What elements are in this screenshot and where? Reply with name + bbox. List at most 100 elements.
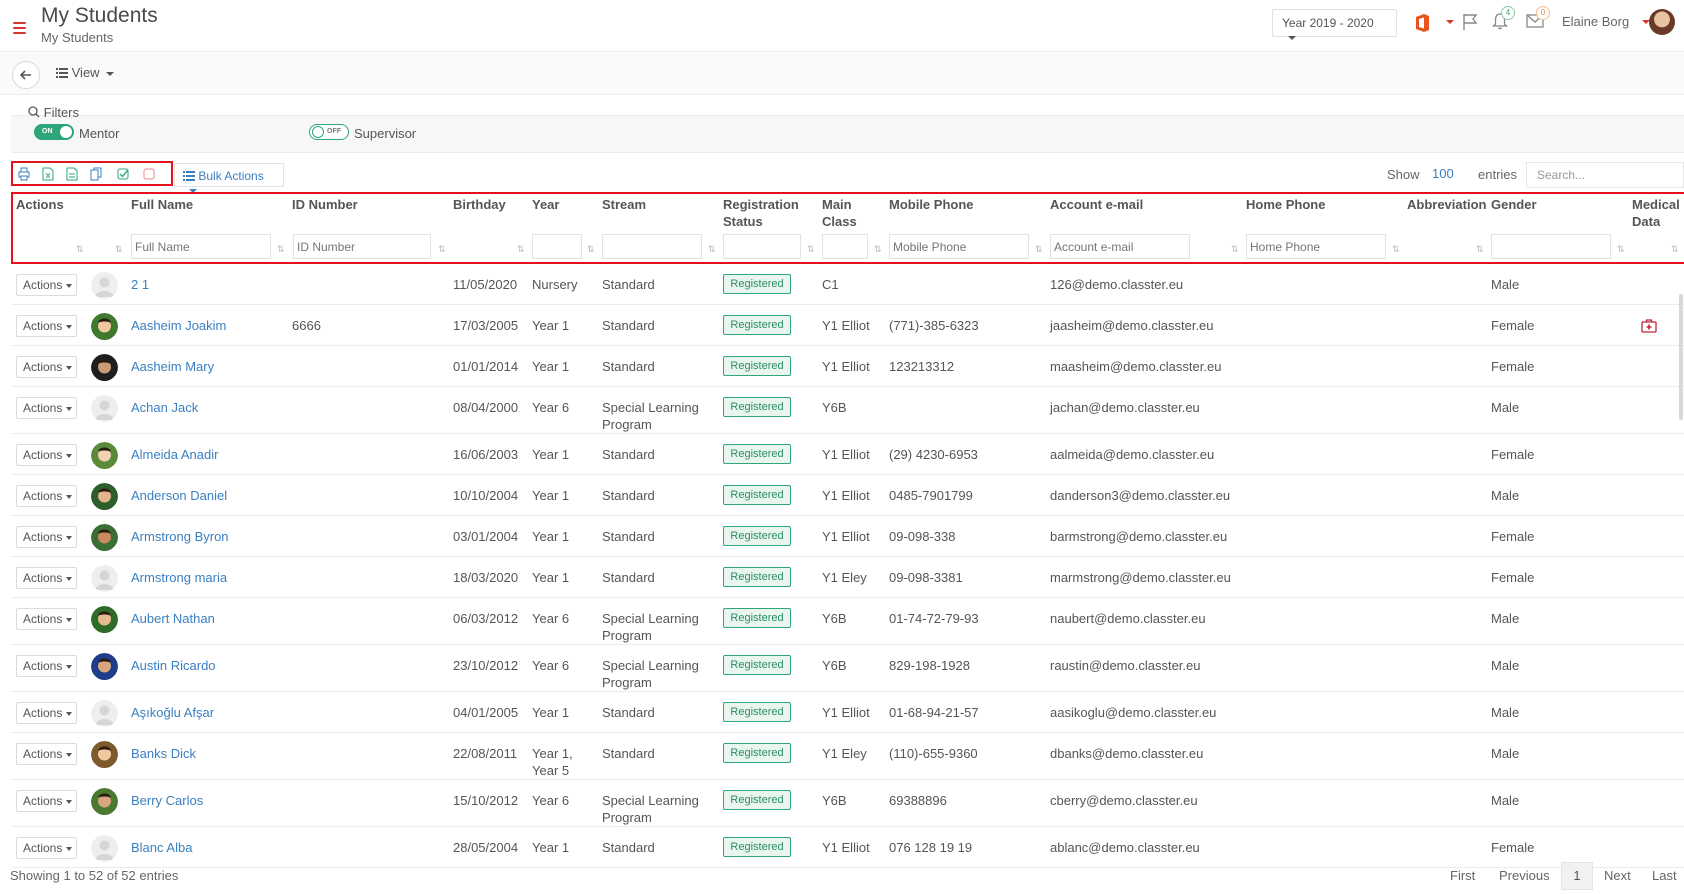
row-actions-button[interactable]: Actions (16, 485, 77, 507)
sort-icon[interactable]: ⇅ (708, 244, 716, 255)
table-row[interactable]: Actions Armstrong maria 18/03/2020 Year 1 St… (11, 557, 1684, 598)
sort-icon[interactable]: ⇅ (807, 244, 815, 255)
year-select[interactable]: Year 2019 - 2020 (1272, 9, 1397, 40)
student-name-link[interactable]: Aubert Nathan (131, 610, 215, 627)
supervisor-toggle[interactable]: OFF (309, 124, 349, 140)
sort-icon[interactable]: ⇅ (1231, 244, 1239, 255)
student-name-link[interactable]: Achan Jack (131, 399, 198, 416)
medical-kit-icon[interactable] (1641, 319, 1657, 333)
sort-icon[interactable]: ⇅ (1035, 244, 1043, 255)
sort-icon[interactable]: ⇅ (277, 244, 285, 255)
column-header-registration-status[interactable]: Registration Status (723, 196, 808, 230)
student-name-link[interactable]: Berry Carlos (131, 792, 203, 809)
search-input[interactable] (1526, 162, 1684, 188)
filter-full-name-input[interactable] (131, 234, 271, 259)
table-row[interactable]: Actions Blanc Alba 28/05/2004 Year 1 Standar… (11, 827, 1684, 868)
page-size-select[interactable]: 100 (1432, 166, 1454, 181)
select-all-icon[interactable] (117, 167, 129, 181)
csv-export-icon[interactable] (66, 167, 78, 181)
row-actions-button[interactable]: Actions (16, 274, 77, 296)
table-row[interactable]: Actions 2 1 11/05/2020 Nursery Standard Regis… (11, 264, 1684, 305)
column-header-actions[interactable]: Actions (16, 196, 64, 213)
sort-icon[interactable]: ⇅ (1617, 244, 1625, 255)
filter-mobile-phone-input[interactable] (889, 234, 1029, 259)
column-header-abbreviation[interactable]: Abbreviation (1407, 196, 1486, 213)
row-actions-button[interactable]: Actions (16, 702, 77, 724)
table-row[interactable]: Actions Anderson Daniel 10/10/2004 Year 1 St… (11, 475, 1684, 516)
sort-icon[interactable]: ⇅ (76, 244, 84, 255)
sort-icon[interactable]: ⇅ (1476, 244, 1484, 255)
mentor-toggle[interactable]: ON (34, 124, 74, 140)
sort-icon[interactable]: ⇅ (115, 244, 123, 255)
excel-export-icon[interactable] (42, 167, 54, 181)
hamburger-menu-icon[interactable] (13, 22, 26, 34)
table-row[interactable]: Actions Aubert Nathan 06/03/2012 Year 6 Spec… (11, 598, 1684, 645)
row-actions-button[interactable]: Actions (16, 655, 77, 677)
filter-gender-input[interactable] (1491, 234, 1611, 259)
table-row[interactable]: Actions Aasheim Mary 01/01/2014 Year 1 Stand… (11, 346, 1684, 387)
student-name-link[interactable]: Aşıkoğlu Afşar (131, 704, 214, 721)
table-row[interactable]: Actions Armstrong Byron 03/01/2004 Year 1 St… (11, 516, 1684, 557)
filters-label[interactable]: Filters (28, 105, 79, 120)
table-row[interactable]: Actions Almeida Anadir 16/06/2003 Year 1 Sta… (11, 434, 1684, 475)
flag-icon[interactable] (1462, 13, 1478, 31)
filter-registration-status-input[interactable] (723, 234, 801, 259)
filter-id-number-input[interactable] (293, 234, 431, 259)
office-caret-icon[interactable] (1446, 20, 1454, 24)
row-actions-button[interactable]: Actions (16, 397, 77, 419)
row-actions-button[interactable]: Actions (16, 790, 77, 812)
sort-icon[interactable]: ⇅ (587, 244, 595, 255)
pagination-current-page[interactable]: 1 (1561, 862, 1593, 890)
user-avatar[interactable] (1649, 9, 1675, 35)
table-row[interactable]: Actions Berry Carlos 15/10/2012 Year 6 Speci… (11, 780, 1684, 827)
table-row[interactable]: Actions Achan Jack 08/04/2000 Year 6 Special… (11, 387, 1684, 434)
table-row[interactable]: Actions Banks Dick 22/08/2011 Year 1, Year … (11, 733, 1684, 780)
sort-icon[interactable]: ⇅ (517, 244, 525, 255)
sort-icon[interactable]: ⇅ (874, 244, 882, 255)
sort-icon[interactable]: ⇅ (1671, 244, 1679, 255)
student-name-link[interactable]: Banks Dick (131, 745, 196, 762)
row-actions-button[interactable]: Actions (16, 743, 77, 765)
office-icon[interactable] (1414, 13, 1430, 33)
column-header-id-number[interactable]: ID Number (292, 196, 358, 213)
column-header-year[interactable]: Year (532, 196, 559, 213)
pagination-next[interactable]: Next (1604, 868, 1631, 883)
column-header-medical-data[interactable]: Medical Data (1632, 196, 1682, 230)
user-name[interactable]: Elaine Borg (1562, 14, 1629, 29)
student-name-link[interactable]: Armstrong Byron (131, 528, 229, 545)
table-row[interactable]: Actions Aasheim Joakim 6666 17/03/2005 Year … (11, 305, 1684, 346)
print-icon[interactable] (18, 167, 30, 181)
bulk-actions-button[interactable]: Bulk Actions (174, 163, 284, 193)
deselect-all-icon[interactable] (143, 167, 155, 181)
pagination-last[interactable]: Last (1652, 868, 1677, 883)
student-name-link[interactable]: Armstrong maria (131, 569, 227, 586)
filter-year-input[interactable] (532, 234, 582, 259)
view-menu[interactable]: View (56, 65, 114, 80)
row-actions-button[interactable]: Actions (16, 608, 77, 630)
column-header-birthday[interactable]: Birthday (453, 196, 506, 213)
column-header-home-phone[interactable]: Home Phone (1246, 196, 1325, 213)
student-name-link[interactable]: Aasheim Mary (131, 358, 214, 375)
student-name-link[interactable]: Almeida Anadir (131, 446, 218, 463)
pagination-first[interactable]: First (1450, 868, 1475, 883)
student-name-link[interactable]: 2 1 (131, 276, 149, 293)
sort-icon[interactable]: ⇅ (438, 244, 446, 255)
row-actions-button[interactable]: Actions (16, 567, 77, 589)
column-header-full-name[interactable]: Full Name (131, 196, 193, 213)
filter-stream-input[interactable] (602, 234, 702, 259)
student-name-link[interactable]: Austin Ricardo (131, 657, 216, 674)
student-name-link[interactable]: Anderson Daniel (131, 487, 227, 504)
column-header-account-email[interactable]: Account e-mail (1050, 196, 1143, 213)
filter-main-class-input[interactable] (822, 234, 868, 259)
student-name-link[interactable]: Aasheim Joakim (131, 317, 226, 334)
column-header-main-class[interactable]: Main Class (822, 196, 872, 230)
breadcrumb[interactable]: My Students (41, 30, 113, 45)
row-actions-button[interactable]: Actions (16, 444, 77, 466)
column-header-gender[interactable]: Gender (1491, 196, 1537, 213)
row-actions-button[interactable]: Actions (16, 526, 77, 548)
pagination-previous[interactable]: Previous (1499, 868, 1550, 883)
student-name-link[interactable]: Blanc Alba (131, 839, 192, 856)
column-header-stream[interactable]: Stream (602, 196, 646, 213)
back-button[interactable] (12, 61, 40, 89)
filter-account-email-input[interactable] (1050, 234, 1190, 259)
